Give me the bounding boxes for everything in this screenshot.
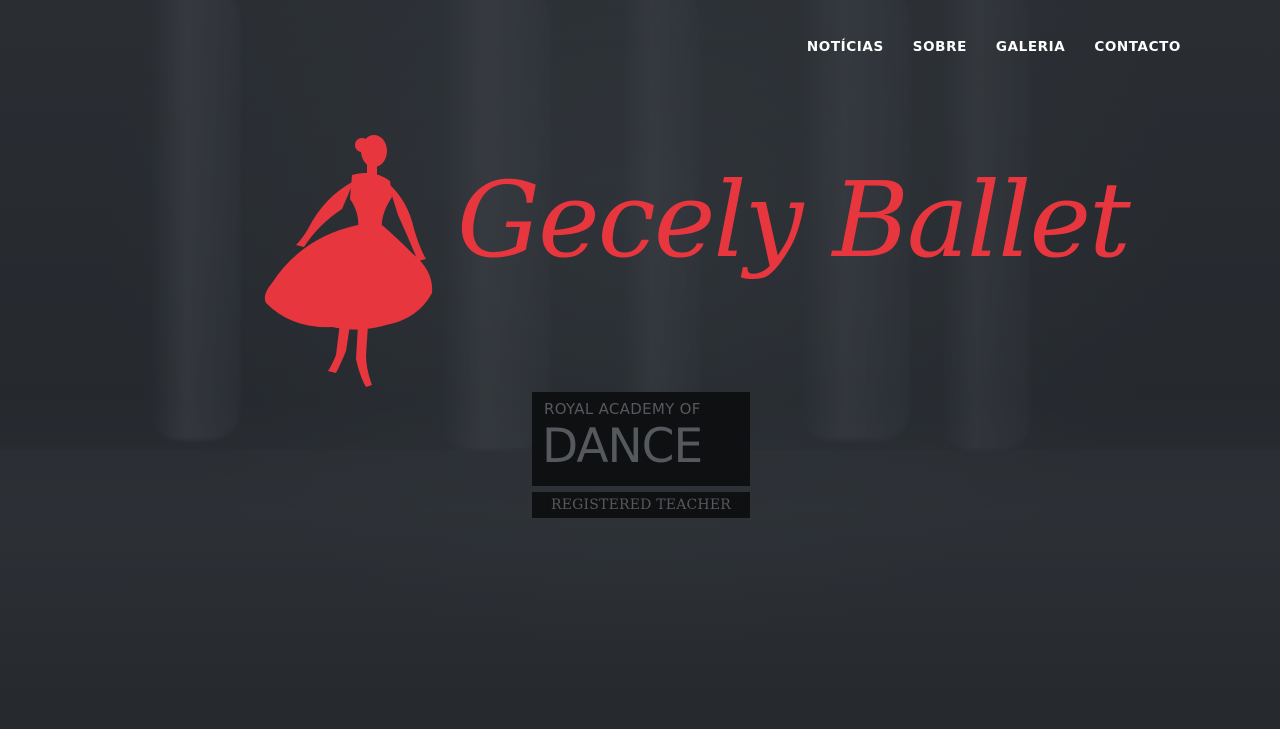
- rad-badge-line3: REGISTERED TEACHER: [550, 497, 731, 513]
- nav-item-sobre[interactable]: SOBRE: [913, 38, 967, 56]
- main-nav: NOTÍCIAS SOBRE GALERIA CONTACTO: [807, 38, 1181, 56]
- nav-item-noticias[interactable]: NOTÍCIAS: [807, 38, 884, 56]
- rad-badge-top: ROYAL ACADEMY OF DANCE: [532, 392, 750, 486]
- rad-badge-line2: DANCE: [542, 419, 703, 474]
- rad-registered-teacher-badge: ROYAL ACADEMY OF DANCE REGISTERED TEACHE…: [532, 392, 750, 524]
- rad-badge-bottom: REGISTERED TEACHER: [532, 492, 750, 518]
- ballerina-silhouette-icon: [264, 135, 433, 387]
- hero-section: NOTÍCIAS SOBRE GALERIA CONTACTO Gecely B…: [0, 0, 1280, 729]
- logo-wordmark: Gecely Ballet: [457, 159, 1131, 281]
- rad-badge-line1: ROYAL ACADEMY OF: [544, 400, 701, 418]
- background-photo-leg: [150, 0, 240, 440]
- site-logo[interactable]: Gecely Ballet: [262, 133, 1131, 393]
- nav-item-contacto[interactable]: CONTACTO: [1094, 38, 1181, 56]
- nav-item-galeria[interactable]: GALERIA: [996, 38, 1065, 56]
